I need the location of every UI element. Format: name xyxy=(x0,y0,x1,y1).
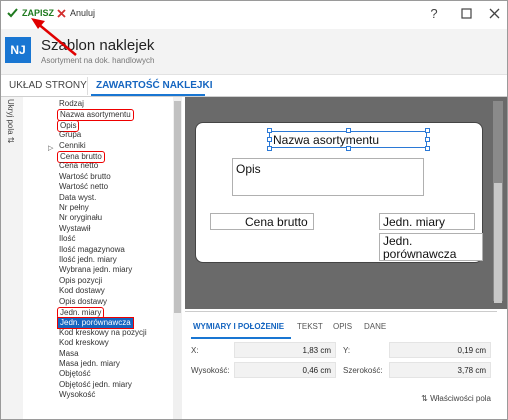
resize-handle[interactable] xyxy=(346,128,351,133)
maximize-button[interactable] xyxy=(457,6,475,22)
save-label: ZAPISZ xyxy=(22,8,55,18)
resize-handle[interactable] xyxy=(267,146,272,151)
field-list-item[interactable]: Cena netto xyxy=(57,161,100,171)
active-props-tab-indicator xyxy=(191,337,291,339)
field-jedn-porownawcza[interactable]: Jedn. porównawcza xyxy=(379,233,483,261)
properties-panel: WYMIARY I POŁOŻENIE TEKST OPIS DANE X: 1… xyxy=(185,311,497,407)
field-list-item[interactable]: Masa xyxy=(57,349,81,359)
height-input[interactable]: 0,46 cm xyxy=(234,362,336,378)
field-list-item[interactable]: Wartość brutto xyxy=(57,172,113,182)
toolbar: ZAPISZ Anuluj ? xyxy=(1,1,507,29)
field-opis[interactable]: Opis xyxy=(232,158,424,196)
field-list-item[interactable]: Masa jedn. miary xyxy=(57,359,122,369)
field-list-item[interactable]: Kod kreskowy na pozycji xyxy=(57,328,149,338)
resize-handle[interactable] xyxy=(425,128,430,133)
field-list-item[interactable]: Ilość jedn. miary xyxy=(57,255,119,265)
tab-wymiary[interactable]: WYMIARY I POŁOŻENIE xyxy=(193,322,284,331)
app-badge: NJ xyxy=(5,37,31,63)
field-list-item[interactable]: Wybrana jedn. miary xyxy=(57,265,134,275)
field-list-item[interactable]: Cenniki xyxy=(57,141,88,151)
tab-dane[interactable]: DANE xyxy=(364,322,386,331)
cancel-label: Anuluj xyxy=(70,8,96,18)
field-list-item[interactable]: Wystawił xyxy=(57,224,92,234)
resize-handle[interactable] xyxy=(267,137,272,142)
tab-divider xyxy=(87,77,88,95)
tab-zawartosc-naklejki[interactable]: ZAWARTOŚĆ NAKLEJKI xyxy=(96,80,213,91)
save-button[interactable]: ZAPISZ xyxy=(7,8,54,18)
field-list-item[interactable]: Rodzaj xyxy=(57,99,86,109)
close-icon xyxy=(57,8,66,18)
hide-fields-label: Ukryj pola ⇅ xyxy=(6,99,15,144)
field-cena-brutto[interactable]: Cena brutto xyxy=(210,213,314,230)
field-properties-toggle[interactable]: ⇅ Właściwości pola xyxy=(421,394,491,403)
height-label: Wysokość: xyxy=(191,366,230,375)
page-title: Szablon naklejek xyxy=(41,37,155,54)
x-input[interactable]: 1,83 cm xyxy=(234,342,336,358)
close-window-icon xyxy=(489,8,499,19)
field-list-item[interactable]: Ilość xyxy=(57,234,77,244)
field-list-item[interactable]: Nr oryginału xyxy=(57,213,104,223)
tab-tekst[interactable]: TEKST xyxy=(297,322,323,331)
page-subtitle: Asortyment na dok. handlowych xyxy=(41,56,155,65)
maximize-icon xyxy=(460,8,472,19)
field-list-item[interactable]: Opis pozycji xyxy=(57,276,104,286)
resize-handle[interactable] xyxy=(267,128,272,133)
y-label: Y: xyxy=(343,346,351,355)
field-list-item[interactable]: Opis dostawy xyxy=(57,297,109,307)
width-input[interactable]: 3,78 cm xyxy=(389,362,491,378)
resize-handle[interactable] xyxy=(346,146,351,151)
header: NJ Szablon naklejek Asortyment na dok. h… xyxy=(1,29,507,75)
tab-opis[interactable]: OPIS xyxy=(333,322,352,331)
window: ZAPISZ Anuluj ? NJ Szablon naklejek Asor… xyxy=(0,0,508,420)
tab-uklad-strony[interactable]: UKŁAD STRONY xyxy=(9,80,87,91)
cancel-button[interactable]: Anuluj xyxy=(57,8,95,18)
field-list-item[interactable]: Wartość netto xyxy=(57,182,110,192)
y-input[interactable]: 0,19 cm xyxy=(389,342,491,358)
active-tab-indicator xyxy=(91,94,205,96)
x-label: X: xyxy=(191,346,199,355)
field-list-item[interactable]: Data wyst. xyxy=(57,193,98,203)
help-button[interactable]: ? xyxy=(425,6,443,21)
field-list-item[interactable]: Objętość xyxy=(57,369,93,379)
field-list-scroll-thumb[interactable] xyxy=(174,101,181,313)
field-list: ▷ Rodzaj Nazwa asortymentu Opis Grupa Cennik… xyxy=(23,97,173,419)
close-window-button[interactable] xyxy=(485,6,503,22)
field-list-item[interactable]: Objętość jedn. miary xyxy=(57,380,134,390)
expand-triangle-icon[interactable]: ▷ xyxy=(48,144,53,152)
field-list-item[interactable]: Grupa xyxy=(57,130,83,140)
resize-handle[interactable] xyxy=(425,137,430,142)
field-list-item[interactable]: Wysokość xyxy=(57,390,97,400)
field-jedn-miary[interactable]: Jedn. miary xyxy=(379,213,475,230)
designer-scroll-thumb[interactable] xyxy=(494,183,502,303)
field-list-item[interactable]: Kod dostawy xyxy=(57,286,107,296)
field-list-item[interactable]: Ilość magazynowa xyxy=(57,245,127,255)
field-list-item[interactable]: Nr pełny xyxy=(57,203,91,213)
field-list-item[interactable]: Kod kreskowy xyxy=(57,338,111,348)
tab-bar: UKŁAD STRONY ZAWARTOŚĆ NAKLEJKI xyxy=(1,75,507,97)
hide-fields-rail[interactable]: Ukryj pola ⇅ xyxy=(1,97,23,419)
width-label: Szerokość: xyxy=(343,366,383,375)
checkmark-icon xyxy=(7,8,18,18)
resize-handle[interactable] xyxy=(425,146,430,151)
